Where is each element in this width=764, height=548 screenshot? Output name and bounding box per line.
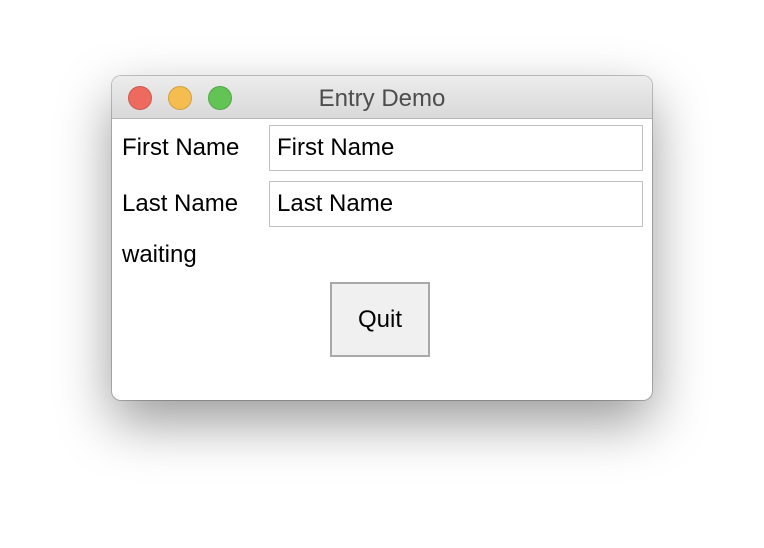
last-name-label: Last Name — [122, 190, 239, 217]
first-name-label: First Name — [122, 134, 240, 161]
last-name-input[interactable] — [269, 181, 643, 227]
window-title: Entry Demo — [318, 85, 446, 112]
first-name-input[interactable] — [269, 125, 643, 171]
status-text: waiting — [122, 241, 197, 268]
quit-button[interactable]: Quit — [330, 282, 430, 357]
app-window: Entry Demo First Name Last Name waiting … — [112, 76, 652, 400]
title-bar[interactable]: Entry Demo — [112, 76, 652, 119]
